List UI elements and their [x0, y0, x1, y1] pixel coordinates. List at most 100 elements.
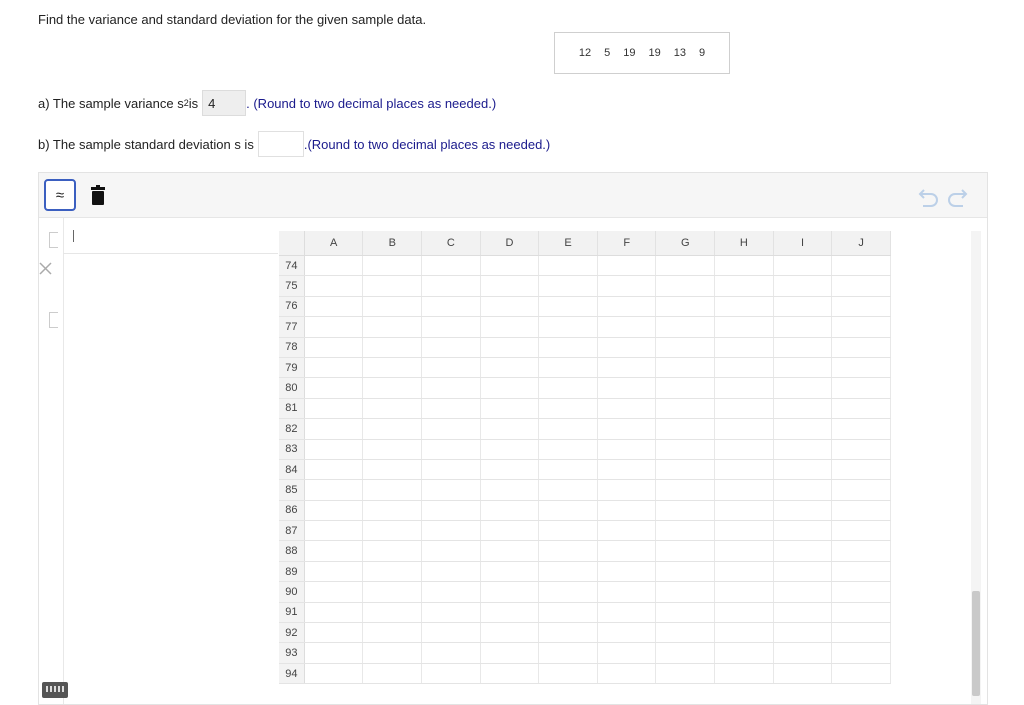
spreadsheet-cell[interactable] [832, 541, 891, 561]
spreadsheet-cell[interactable] [539, 296, 598, 317]
spreadsheet-cell[interactable] [481, 419, 540, 439]
approximate-button[interactable]: ≈ [44, 179, 76, 211]
spreadsheet-cell[interactable] [832, 276, 891, 296]
spreadsheet-cell[interactable] [656, 663, 716, 684]
expression-input[interactable] [63, 218, 278, 254]
spreadsheet-cell[interactable] [656, 582, 716, 602]
spreadsheet-cell[interactable] [656, 459, 716, 480]
keyboard-icon[interactable] [42, 682, 68, 698]
spreadsheet-cell[interactable] [598, 480, 657, 500]
spreadsheet-cell[interactable] [832, 663, 891, 684]
spreadsheet-cell[interactable] [774, 317, 833, 337]
spreadsheet-cell[interactable] [832, 623, 891, 643]
spreadsheet-cell[interactable] [422, 623, 481, 643]
spreadsheet-cell[interactable] [832, 561, 891, 582]
spreadsheet-cell[interactable] [305, 357, 364, 378]
row-number[interactable]: 75 [279, 276, 305, 296]
row-number[interactable]: 77 [279, 317, 305, 337]
spreadsheet[interactable]: A B C D E F G H I J 74 75 76 77 78 79 80 81 82 83… [279, 231, 891, 704]
spreadsheet-cell[interactable] [598, 500, 657, 521]
spreadsheet-cell[interactable] [656, 317, 716, 337]
spreadsheet-cell[interactable] [774, 500, 833, 521]
row-number[interactable]: 84 [279, 459, 305, 480]
spreadsheet-cell[interactable] [774, 582, 833, 602]
spreadsheet-cell[interactable] [305, 317, 364, 337]
delete-button[interactable] [82, 179, 114, 211]
spreadsheet-cell[interactable] [422, 480, 481, 500]
column-header[interactable]: G [656, 231, 716, 255]
spreadsheet-cell[interactable] [598, 561, 657, 582]
spreadsheet-cell[interactable] [598, 378, 657, 398]
spreadsheet-cell[interactable] [656, 561, 716, 582]
spreadsheet-cell[interactable] [598, 541, 657, 561]
spreadsheet-cell[interactable] [481, 623, 540, 643]
spreadsheet-cell[interactable] [774, 521, 833, 541]
spreadsheet-cell[interactable] [481, 317, 540, 337]
spreadsheet-cell[interactable] [832, 500, 891, 521]
spreadsheet-cell[interactable] [305, 602, 364, 623]
spreadsheet-cell[interactable] [715, 459, 774, 480]
spreadsheet-cell[interactable] [598, 398, 657, 419]
column-header[interactable]: I [774, 231, 833, 255]
spreadsheet-cell[interactable] [656, 296, 716, 317]
spreadsheet-cell[interactable] [598, 582, 657, 602]
spreadsheet-cell[interactable] [481, 582, 540, 602]
spreadsheet-cell[interactable] [363, 398, 423, 419]
spreadsheet-cell[interactable] [715, 521, 774, 541]
spreadsheet-cell[interactable] [539, 439, 598, 459]
spreadsheet-cell[interactable] [598, 643, 657, 663]
expand-handle[interactable] [49, 232, 58, 248]
spreadsheet-cell[interactable] [481, 643, 540, 663]
spreadsheet-cell[interactable] [305, 663, 364, 684]
spreadsheet-cell[interactable] [363, 378, 423, 398]
spreadsheet-cell[interactable] [598, 357, 657, 378]
spreadsheet-cell[interactable] [774, 541, 833, 561]
spreadsheet-cell[interactable] [656, 378, 716, 398]
spreadsheet-cell[interactable] [305, 398, 364, 419]
spreadsheet-cell[interactable] [832, 296, 891, 317]
spreadsheet-cell[interactable] [363, 643, 423, 663]
spreadsheet-cell[interactable] [832, 317, 891, 337]
spreadsheet-cell[interactable] [305, 459, 364, 480]
collapse-handle[interactable] [49, 312, 58, 328]
spreadsheet-cell[interactable] [774, 459, 833, 480]
column-header[interactable]: C [422, 231, 481, 255]
spreadsheet-cell[interactable] [481, 337, 540, 357]
spreadsheet-cell[interactable] [539, 643, 598, 663]
spreadsheet-cell[interactable] [305, 643, 364, 663]
spreadsheet-cell[interactable] [539, 541, 598, 561]
spreadsheet-cell[interactable] [363, 419, 423, 439]
spreadsheet-cell[interactable] [715, 623, 774, 643]
spreadsheet-cell[interactable] [363, 541, 423, 561]
spreadsheet-cell[interactable] [363, 459, 423, 480]
spreadsheet-cell[interactable] [305, 521, 364, 541]
spreadsheet-cell[interactable] [422, 398, 481, 419]
spreadsheet-cell[interactable] [422, 419, 481, 439]
spreadsheet-cell[interactable] [832, 480, 891, 500]
spreadsheet-cell[interactable] [774, 643, 833, 663]
spreadsheet-cell[interactable] [715, 256, 774, 276]
spreadsheet-cell[interactable] [305, 439, 364, 459]
row-number[interactable]: 93 [279, 643, 305, 663]
spreadsheet-cell[interactable] [481, 378, 540, 398]
spreadsheet-cell[interactable] [422, 378, 481, 398]
spreadsheet-cell[interactable] [656, 357, 716, 378]
row-number[interactable]: 87 [279, 521, 305, 541]
row-number[interactable]: 85 [279, 480, 305, 500]
spreadsheet-cell[interactable] [598, 317, 657, 337]
spreadsheet-cell[interactable] [715, 561, 774, 582]
spreadsheet-cell[interactable] [832, 398, 891, 419]
spreadsheet-cell[interactable] [774, 296, 833, 317]
spreadsheet-cell[interactable] [715, 419, 774, 439]
spreadsheet-cell[interactable] [422, 521, 481, 541]
spreadsheet-cell[interactable] [422, 561, 481, 582]
spreadsheet-cell[interactable] [598, 439, 657, 459]
spreadsheet-cell[interactable] [774, 419, 833, 439]
column-header[interactable]: A [305, 231, 364, 255]
spreadsheet-cell[interactable] [715, 357, 774, 378]
spreadsheet-cell[interactable] [422, 459, 481, 480]
spreadsheet-cell[interactable] [363, 582, 423, 602]
spreadsheet-cell[interactable] [539, 561, 598, 582]
spreadsheet-cell[interactable] [598, 663, 657, 684]
spreadsheet-cell[interactable] [598, 276, 657, 296]
